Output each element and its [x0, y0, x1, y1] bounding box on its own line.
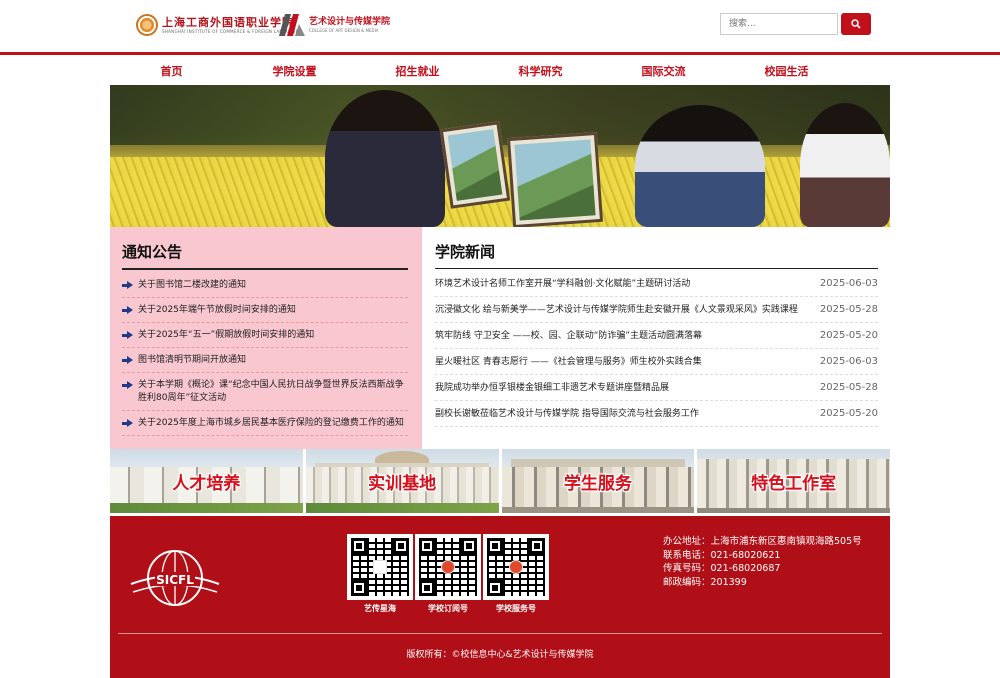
tile-label: 实训基地 — [368, 474, 437, 494]
nav-item-campus-life[interactable]: 校园生活 — [725, 61, 848, 83]
news-date: 2025-05-20 — [819, 408, 878, 419]
news-date: 2025-05-28 — [819, 382, 878, 393]
news-panel: 学院新闻 环境艺术设计名师工作室开展“学科融创·文化赋能”主题研讨活动 2025-… — [422, 227, 890, 449]
notice-title: 通知公告 — [122, 241, 408, 270]
search-icon — [851, 19, 861, 29]
nav-item-admissions[interactable]: 招生就业 — [356, 61, 479, 83]
nav-item-international[interactable]: 国际交流 — [602, 61, 725, 83]
site-footer: SICFL 艺传星海 学校订阅号 学校服务号 办公地址：上海市浦东新区惠南镇观海… — [110, 516, 890, 678]
banner-easel — [439, 121, 511, 209]
notice-list: 关于图书馆二楼改建的通知 关于2025年端午节放假时间安排的通知 关于2025年… — [122, 273, 408, 436]
news-title: 学院新闻 — [435, 241, 878, 269]
college-logo-icon — [279, 14, 305, 36]
news-headline: 筑牢防线 守卫安全 ——校、园、企联动“防诈骗”主题活动圆满落幕 — [435, 331, 703, 341]
arrow-right-icon — [122, 381, 133, 390]
contact-info: 办公地址：上海市浦东新区惠南镇观海路505号 联系电话：021-68020621… — [663, 535, 862, 589]
tile-talent-training[interactable]: 人才培养 — [110, 449, 303, 513]
qr-label: 学校服务号 — [496, 604, 536, 613]
school-logo[interactable]: 上海工商外国语职业学院 SHANGHAI INSTITUTE OF COMMER… — [136, 14, 301, 36]
list-item[interactable]: 沉浸徽文化 绘与新美学——艺术设计与传媒学院师生赴安徽开展《人文景观采风》实践课… — [435, 297, 878, 323]
list-item[interactable]: 关于图书馆二楼改建的通知 — [122, 273, 408, 298]
banner-figure — [800, 103, 890, 227]
nav-item-departments[interactable]: 学院设置 — [233, 61, 356, 83]
main-nav: 首页 学院设置 招生就业 科学研究 国际交流 校园生活 — [110, 61, 890, 83]
arrow-right-icon — [122, 331, 133, 340]
news-headline: 星火暖社区 青春志愿行 ——《社会管理与服务》师生校外实践合集 — [435, 357, 702, 367]
qr-label: 学校订阅号 — [428, 604, 468, 613]
banner-easel — [506, 131, 604, 227]
college-name-en: COLLEGE OF ART DESIGN & MEDIA — [309, 27, 379, 33]
qr-label: 艺传星海 — [364, 604, 396, 613]
news-date: 2025-05-28 — [819, 304, 878, 315]
tile-training-base[interactable]: 实训基地 — [305, 449, 499, 513]
qr-service[interactable]: 学校服务号 — [483, 534, 549, 614]
contact-address: 办公地址：上海市浦东新区惠南镇观海路505号 — [663, 536, 862, 547]
qr-code-icon — [347, 534, 413, 600]
arrow-right-icon — [122, 281, 133, 290]
arrow-right-icon — [122, 356, 133, 365]
arrow-right-icon — [122, 306, 133, 315]
list-item[interactable]: 筑牢防线 守卫安全 ——校、园、企联动“防诈骗”主题活动圆满落幕 2025-05-… — [435, 323, 878, 349]
copyright: 版权所有：©校信息中心&艺术设计与传媒学院 — [406, 650, 594, 660]
list-item[interactable]: 关于2025年端午节放假时间安排的通知 — [122, 298, 408, 323]
arrow-right-icon — [122, 419, 133, 428]
banner-figure — [635, 105, 765, 227]
news-date: 2025-05-20 — [819, 330, 878, 341]
feature-tiles: 人才培养 实训基地 学生服务 特色工作室 — [110, 449, 890, 513]
list-item[interactable]: 环境艺术设计名师工作室开展“学科融创·文化赋能”主题研讨活动 2025-06-03 — [435, 271, 878, 297]
news-headline: 环境艺术设计名师工作室开展“学科融创·文化赋能”主题研讨活动 — [435, 279, 691, 289]
nav-item-home[interactable]: 首页 — [110, 61, 233, 83]
tile-featured-studio[interactable]: 特色工作室 — [697, 449, 890, 513]
search-input[interactable] — [720, 13, 838, 35]
list-item[interactable]: 星火暖社区 青春志愿行 ——《社会管理与服务》师生校外实践合集 2025-06-0… — [435, 349, 878, 375]
news-date: 2025-06-03 — [819, 356, 878, 367]
list-item[interactable]: 关于2025年“五一”假期放假时间安排的通知 — [122, 323, 408, 348]
header-divider — [0, 52, 1000, 55]
list-item[interactable]: 图书馆清明节期间开放通知 — [122, 348, 408, 373]
tile-label: 学生服务 — [563, 474, 632, 494]
college-name-cn: 艺术设计与传媒学院 — [309, 16, 391, 27]
list-item[interactable]: 关于本学期《概论》课“纪念中国人民抗日战争暨世界反法西斯战争胜利80周年”征文活… — [122, 373, 408, 411]
list-item[interactable]: 关于2025年度上海市城乡居民基本医疗保险的登记缴费工作的通知 — [122, 411, 408, 436]
sicfl-logo: SICFL — [130, 550, 220, 606]
contact-fax: 传真号码：021-68020687 — [663, 563, 781, 574]
footer-divider — [118, 633, 882, 634]
hero-banner — [110, 85, 890, 227]
news-headline: 我院成功举办恒孚银楼金银细工非遗艺术专题讲座暨精品展 — [435, 383, 670, 393]
news-list: 环境艺术设计名师工作室开展“学科融创·文化赋能”主题研讨活动 2025-06-03… — [435, 271, 878, 427]
news-headline: 副校长谢敏莅临艺术设计与传媒学院 指导国际交流与社会服务工作 — [435, 409, 699, 419]
notice-panel: 通知公告 关于图书馆二楼改建的通知 关于2025年端午节放假时间安排的通知 关于… — [110, 227, 422, 449]
search-button[interactable] — [841, 13, 871, 35]
list-item[interactable]: 我院成功举办恒孚银楼金银细工非遗艺术专题讲座暨精品展 2025-05-28 — [435, 375, 878, 401]
qr-yichuan[interactable]: 艺传星海 — [347, 534, 413, 614]
news-date: 2025-06-03 — [819, 278, 878, 289]
tile-student-services[interactable]: 学生服务 — [501, 449, 695, 513]
site-header: 上海工商外国语职业学院 SHANGHAI INSTITUTE OF COMMER… — [0, 0, 1000, 52]
banner-figure — [325, 90, 445, 227]
contact-postcode: 邮政编码：201399 — [663, 576, 747, 588]
qr-code-icon — [483, 534, 549, 600]
qr-code-icon — [415, 534, 481, 600]
school-seal-icon — [136, 14, 158, 36]
news-headline: 沉浸徽文化 绘与新美学——艺术设计与传媒学院师生赴安徽开展《人文景观采风》实践课… — [435, 305, 798, 315]
college-logo[interactable]: 艺术设计与传媒学院 COLLEGE OF ART DESIGN & MEDIA — [279, 14, 390, 36]
nav-item-research[interactable]: 科学研究 — [479, 61, 602, 83]
tile-label: 特色工作室 — [751, 474, 837, 494]
sicfl-logo-text: SICFL — [156, 573, 194, 587]
qr-subscription[interactable]: 学校订阅号 — [415, 534, 481, 614]
list-item[interactable]: 副校长谢敏莅临艺术设计与传媒学院 指导国际交流与社会服务工作 2025-05-20 — [435, 401, 878, 427]
tile-label: 人才培养 — [172, 474, 241, 494]
contact-phone: 联系电话：021-68020621 — [663, 549, 781, 561]
